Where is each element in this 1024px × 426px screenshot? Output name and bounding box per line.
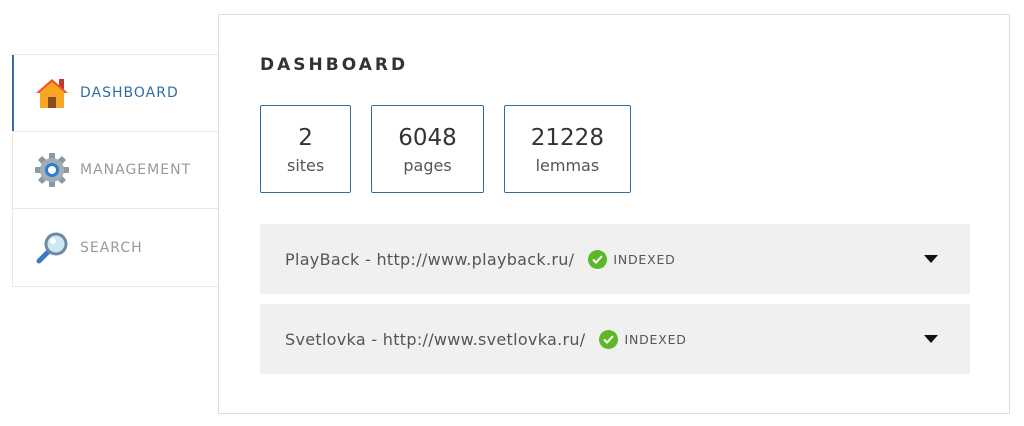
chevron-down-icon[interactable]: [924, 335, 938, 343]
check-icon: [599, 329, 619, 349]
stat-value: 21228: [530, 124, 604, 151]
house-icon: [33, 74, 71, 112]
status-badge: INDEXED: [599, 329, 687, 349]
stat-value: 6048: [398, 124, 457, 151]
stat-card-lemmas: 21228 lemmas: [503, 105, 631, 193]
chevron-down-icon[interactable]: [924, 255, 938, 263]
stat-label: lemmas: [535, 155, 600, 175]
gear-icon: [33, 151, 71, 189]
sidebar-item-label: MANAGEMENT: [80, 162, 192, 178]
status-text: INDEXED: [613, 251, 676, 267]
sidebar-item-dashboard[interactable]: DASHBOARD: [12, 55, 218, 132]
sidebar-item-label: DASHBOARD: [80, 85, 179, 101]
site-name: PlayBack - http://www.playback.ru/: [285, 249, 575, 269]
site-name: Svetlovka - http://www.svetlovka.ru/: [285, 329, 586, 349]
magnifier-icon: [33, 229, 71, 267]
stat-label: pages: [403, 155, 452, 175]
status-text: INDEXED: [624, 331, 687, 347]
stat-card-sites: 2 sites: [260, 105, 352, 193]
sidebar-item-label: SEARCH: [80, 239, 143, 256]
site-row-playback[interactable]: PlayBack - http://www.playback.ru/ INDEX…: [260, 224, 970, 294]
sidebar-item-management[interactable]: MANAGEMENT: [13, 132, 218, 209]
check-icon: [588, 249, 608, 269]
page-title: DASHBOARD: [260, 55, 409, 75]
stat-value: 2: [298, 124, 313, 151]
status-badge: INDEXED: [588, 249, 676, 269]
sidebar-item-search[interactable]: SEARCH: [13, 209, 218, 286]
stat-label: sites: [287, 155, 325, 175]
stat-card-pages: 6048 pages: [371, 105, 484, 193]
sidebar-nav: DASHBOARD MANAGEMENT SEARCH: [12, 54, 218, 287]
site-row-svetlovka[interactable]: Svetlovka - http://www.svetlovka.ru/ IND…: [260, 304, 970, 374]
stats-row: 2 sites 6048 pages 21228 lemmas: [260, 105, 631, 193]
dashboard-panel: DASHBOARD 2 sites 6048 pages 21228 lemma…: [218, 14, 1010, 414]
